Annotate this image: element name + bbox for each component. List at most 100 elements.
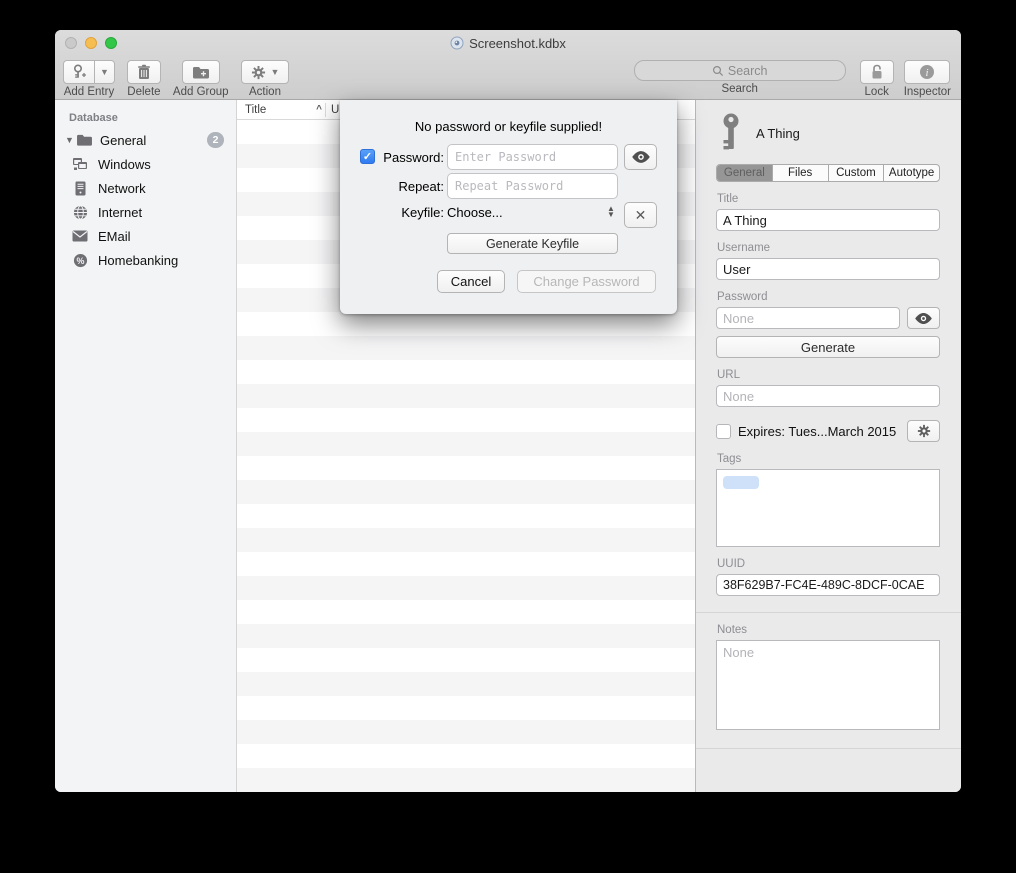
unlocked-padlock-icon <box>870 64 884 80</box>
gear-icon <box>917 424 931 438</box>
inspector-button[interactable]: i <box>904 60 950 84</box>
action-button[interactable]: ▼ <box>241 60 290 84</box>
entry-count-badge: 2 <box>207 132 224 148</box>
eye-icon <box>631 150 651 164</box>
traffic-lights <box>65 37 117 49</box>
sidebar-item-label: EMail <box>98 229 131 244</box>
percent-icon: % <box>71 252 89 268</box>
sidebar-item-windows[interactable]: Windows <box>55 152 236 176</box>
minimize-button[interactable] <box>85 37 97 49</box>
tab-autotype[interactable]: Autotype <box>884 165 939 181</box>
eye-icon <box>914 312 933 325</box>
sidebar-group-general[interactable]: ▼ General 2 <box>55 128 236 152</box>
sidebar-item-internet[interactable]: Internet <box>55 200 236 224</box>
add-entry-button[interactable] <box>63 60 95 84</box>
column-header-username[interactable]: U <box>326 104 339 116</box>
disclosure-triangle-icon[interactable]: ▼ <box>65 135 75 145</box>
svg-text:i: i <box>926 67 929 79</box>
key-icon <box>720 113 742 153</box>
svg-text:%: % <box>76 255 84 265</box>
lock-item: Lock <box>860 60 894 98</box>
notes-placeholder: None <box>723 645 754 660</box>
cancel-button[interactable]: Cancel <box>437 270 505 293</box>
add-entry-dropdown[interactable]: ▼ <box>95 60 115 84</box>
info-icon: i <box>919 64 935 80</box>
expires-settings-button[interactable] <box>907 420 940 442</box>
section-divider <box>696 748 961 749</box>
windows-icon <box>71 156 89 172</box>
notes-field[interactable]: None <box>716 640 940 730</box>
zoom-button[interactable] <box>105 37 117 49</box>
uuid-field[interactable] <box>716 574 940 596</box>
show-password-button[interactable] <box>907 307 940 329</box>
tab-general[interactable]: General <box>717 165 773 181</box>
add-group-label: Add Group <box>173 86 229 98</box>
close-icon: ✕ <box>635 207 647 224</box>
delete-button[interactable] <box>127 60 161 84</box>
action-label: Action <box>249 86 281 98</box>
generate-keyfile-button[interactable]: Generate Keyfile <box>447 233 618 254</box>
titlebar[interactable]: Screenshot.kdbx <box>55 30 961 56</box>
dialog-repeat-label: Repeat: <box>340 179 444 194</box>
sidebar-item-homebanking[interactable]: % Homebanking <box>55 248 236 272</box>
clear-keyfile-button[interactable]: ✕ <box>624 202 657 228</box>
search-label: Search <box>721 83 757 95</box>
add-group-button[interactable] <box>182 60 220 84</box>
column-title-label: Title <box>245 104 266 116</box>
sidebar-group-label: General <box>100 133 146 148</box>
gear-icon <box>251 65 266 80</box>
password-label: Password <box>717 291 940 303</box>
trash-icon <box>137 64 151 80</box>
lock-label: Lock <box>865 86 889 98</box>
add-group-item: Add Group <box>173 60 229 98</box>
keyfile-popup[interactable]: Choose... <box>447 205 503 220</box>
expires-checkbox[interactable] <box>716 424 731 439</box>
tags-field[interactable] <box>716 469 940 547</box>
notes-label: Notes <box>717 624 940 636</box>
close-button[interactable] <box>65 37 77 49</box>
inspector-item: i Inspector <box>904 60 951 98</box>
folder-plus-icon <box>192 65 210 80</box>
sidebar-item-label: Windows <box>98 157 151 172</box>
tab-files[interactable]: Files <box>773 165 829 181</box>
sidebar-item-email[interactable]: EMail <box>55 224 236 248</box>
url-field[interactable] <box>716 385 940 407</box>
generate-password-button[interactable]: Generate <box>716 336 940 358</box>
column-header-title[interactable]: Title ^ <box>237 104 325 116</box>
tag-token[interactable] <box>723 476 759 489</box>
column-username-label: U <box>331 104 339 116</box>
inspector-panel: A Thing General Files Custom Autotype Ti… <box>695 100 961 792</box>
password-field[interactable] <box>716 307 900 329</box>
stepper-icon[interactable]: ▲▼ <box>607 206 615 218</box>
tab-custom[interactable]: Custom <box>829 165 885 181</box>
dialog-show-password-button[interactable] <box>624 144 657 170</box>
username-field[interactable] <box>716 258 940 280</box>
sidebar-header: Database <box>55 108 236 128</box>
title-label: Title <box>717 193 940 205</box>
inspector-tabs: General Files Custom Autotype <box>716 164 940 182</box>
toolbar: ▼ Add Entry Delete <box>55 56 961 99</box>
change-password-sheet: No password or keyfile supplied! ✓ Passw… <box>340 100 677 314</box>
dialog-repeat-field[interactable] <box>447 173 618 199</box>
expires-row: Expires: Tues...March 2015 <box>716 420 940 442</box>
server-icon <box>71 180 89 196</box>
inspector-label: Inspector <box>904 86 951 98</box>
search-placeholder: Search <box>728 64 768 78</box>
delete-label: Delete <box>127 86 160 98</box>
sidebar-item-label: Network <box>98 181 146 196</box>
entry-header: A Thing <box>720 112 940 154</box>
add-entry-label: Add Entry <box>64 86 115 98</box>
lock-button[interactable] <box>860 60 894 84</box>
title-field[interactable] <box>716 209 940 231</box>
sidebar-item-network[interactable]: Network <box>55 176 236 200</box>
add-entry-item: ▼ Add Entry <box>63 60 115 98</box>
sidebar-item-label: Homebanking <box>98 253 178 268</box>
key-plus-icon <box>71 64 87 80</box>
url-label: URL <box>717 369 940 381</box>
dialog-password-field[interactable] <box>447 144 618 170</box>
delete-item: Delete <box>127 60 161 98</box>
search-input[interactable]: Search <box>634 60 846 81</box>
section-divider <box>696 612 961 613</box>
sidebar-item-label: Internet <box>98 205 142 220</box>
change-password-button[interactable]: Change Password <box>517 270 656 293</box>
